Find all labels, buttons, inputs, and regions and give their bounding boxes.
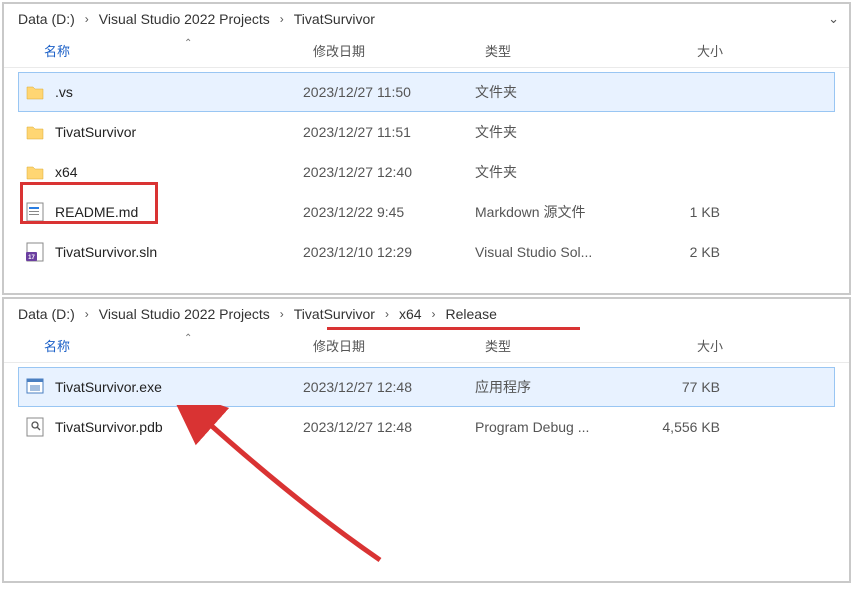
exe-icon — [23, 375, 47, 399]
cell-size: 77 KB — [635, 379, 730, 395]
file-name: .vs — [55, 84, 73, 100]
file-row[interactable]: 17 TivatSurvivor.sln 2023/12/10 12:29Visua… — [18, 232, 835, 272]
file-name: README.md — [55, 204, 138, 220]
chevron-right-icon: › — [85, 12, 89, 26]
cell-name: .vs — [23, 80, 303, 104]
cell-size: 4,556 KB — [635, 419, 730, 435]
cell-type: Visual Studio Sol... — [475, 244, 635, 260]
chevron-right-icon: › — [385, 307, 389, 321]
chevron-right-icon: › — [280, 12, 284, 26]
folder-icon — [23, 120, 47, 144]
cell-type: 文件夹 — [475, 82, 635, 102]
crumb-mid[interactable]: Visual Studio 2022 Projects — [95, 9, 274, 29]
file-rows-2: TivatSurvivor.exe2023/12/27 12:48应用程序77 … — [4, 363, 849, 447]
cell-type: 文件夹 — [475, 122, 635, 142]
cell-type: 应用程序 — [475, 377, 635, 397]
expand-chevron-icon[interactable]: ⌄ — [828, 11, 839, 27]
file-name: TivatSurvivor.sln — [55, 244, 157, 260]
cell-name: TivatSurvivor — [23, 120, 303, 144]
cell-date: 2023/12/27 12:48 — [303, 379, 475, 395]
sort-indicator-icon: ⌃ — [184, 38, 192, 49]
column-headers-1: 名称 修改日期 类型 大小 — [4, 34, 849, 68]
explorer-pane-1: Data (D:) › Visual Studio 2022 Projects … — [2, 2, 851, 295]
file-row[interactable]: .vs 2023/12/27 11:50文件夹 — [18, 72, 835, 112]
cell-date: 2023/12/27 11:50 — [303, 84, 475, 100]
file-name: x64 — [55, 164, 78, 180]
col-date[interactable]: 修改日期 — [309, 330, 481, 361]
cell-date: 2023/12/22 9:45 — [303, 204, 475, 220]
col-spacer — [741, 340, 849, 352]
cell-name: 17 TivatSurvivor.sln — [23, 240, 303, 264]
cell-type: 文件夹 — [475, 162, 635, 182]
crumb-p2[interactable]: TivatSurvivor — [290, 304, 379, 324]
cell-size: 1 KB — [635, 204, 730, 220]
breadcrumb-2[interactable]: Data (D:) › Visual Studio 2022 Projects … — [4, 299, 849, 329]
breadcrumb-1[interactable]: Data (D:) › Visual Studio 2022 Projects … — [4, 4, 849, 34]
chevron-right-icon: › — [280, 307, 284, 321]
col-name[interactable]: 名称 — [4, 35, 309, 66]
col-date[interactable]: 修改日期 — [309, 35, 481, 66]
cell-name: x64 — [23, 160, 303, 184]
col-type[interactable]: 类型 — [481, 35, 641, 66]
crumb-root[interactable]: Data (D:) — [14, 304, 79, 324]
md-icon — [23, 200, 47, 224]
cell-name: README.md — [23, 200, 303, 224]
cell-name: TivatSurvivor.pdb — [23, 415, 303, 439]
pdb-icon — [23, 415, 47, 439]
explorer-pane-2: Data (D:) › Visual Studio 2022 Projects … — [2, 297, 851, 583]
file-row[interactable]: TivatSurvivor.exe 2023/12/27 12:48应用程序77 … — [18, 367, 835, 407]
crumb-p1[interactable]: Visual Studio 2022 Projects — [95, 304, 274, 324]
file-name: TivatSurvivor — [55, 124, 136, 140]
file-name: TivatSurvivor.exe — [55, 379, 162, 395]
cell-type: Markdown 源文件 — [475, 202, 635, 222]
col-name[interactable]: 名称 — [4, 330, 309, 361]
cell-type: Program Debug ... — [475, 419, 635, 435]
chevron-right-icon: › — [432, 307, 436, 321]
file-name: TivatSurvivor.pdb — [55, 419, 163, 435]
col-size[interactable]: 大小 — [641, 35, 741, 66]
annotation-red-underline — [327, 327, 580, 330]
cell-date: 2023/12/27 11:51 — [303, 124, 475, 140]
sort-indicator-icon: ⌃ — [184, 333, 192, 344]
crumb-p3[interactable]: x64 — [395, 304, 426, 324]
file-row[interactable]: TivatSurvivor.pdb 2023/12/27 12:48Program… — [18, 407, 835, 447]
crumb-p4[interactable]: Release — [442, 304, 501, 324]
folder-icon — [23, 160, 47, 184]
sln-icon: 17 — [23, 240, 47, 264]
cell-date: 2023/12/10 12:29 — [303, 244, 475, 260]
crumb-leaf[interactable]: TivatSurvivor — [290, 9, 379, 29]
chevron-right-icon: › — [85, 307, 89, 321]
cell-size: 2 KB — [635, 244, 730, 260]
cell-date: 2023/12/27 12:48 — [303, 419, 475, 435]
file-rows-1: .vs2023/12/27 11:50文件夹TivatSurvivor2023/… — [4, 68, 849, 272]
cell-date: 2023/12/27 12:40 — [303, 164, 475, 180]
file-row[interactable]: TivatSurvivor 2023/12/27 11:51文件夹 — [18, 112, 835, 152]
cell-name: TivatSurvivor.exe — [23, 375, 303, 399]
crumb-root[interactable]: Data (D:) — [14, 9, 79, 29]
svg-text:17: 17 — [28, 255, 35, 261]
col-size[interactable]: 大小 — [641, 330, 741, 361]
file-row[interactable]: README.md 2023/12/22 9:45Markdown 源文件1 KB — [18, 192, 835, 232]
folder-icon — [23, 80, 47, 104]
file-row[interactable]: x64 2023/12/27 12:40文件夹 — [18, 152, 835, 192]
col-type[interactable]: 类型 — [481, 330, 641, 361]
col-spacer — [741, 45, 849, 57]
column-headers-2: 名称 修改日期 类型 大小 — [4, 329, 849, 363]
